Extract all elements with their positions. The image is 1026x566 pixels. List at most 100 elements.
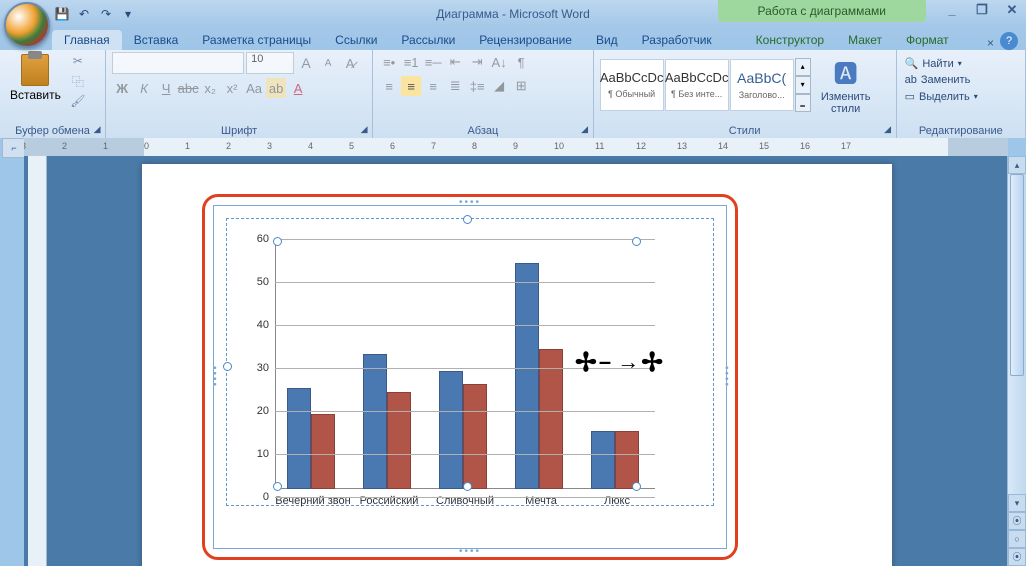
paste-button[interactable]: Вставить [6,52,65,110]
next-page-button[interactable]: ⦿ [1008,548,1026,566]
minimize-button[interactable]: _ [942,2,962,18]
undo-icon[interactable]: ↶ [74,4,94,24]
tab-mailings[interactable]: Рассылки [389,30,467,50]
maximize-button[interactable]: ❐ [972,2,992,18]
bar-series1[interactable] [515,263,539,489]
tab-chart-format[interactable]: Формат [894,30,961,50]
strike-button[interactable]: abc [178,78,198,98]
bullets-button[interactable]: ≡• [379,52,399,72]
format-painter-icon[interactable]: 🖌 [69,92,87,110]
superscript-button[interactable]: x² [222,78,242,98]
bar-series1[interactable] [439,371,463,489]
clear-format-button[interactable]: A̷ [340,53,360,73]
plot-handle[interactable] [223,362,232,371]
vertical-scrollbar[interactable]: ▴ ▾ ⦿ ○ ⦿ [1007,156,1026,566]
doc-close-button[interactable]: × [987,36,994,50]
align-right-button[interactable]: ≡ [423,76,443,96]
bar-series1[interactable] [591,431,615,489]
font-name-selector[interactable] [112,52,244,74]
tab-review[interactable]: Рецензирование [467,30,584,50]
multilevel-button[interactable]: ≡─ [423,52,443,72]
find-button[interactable]: 🔍Найти▾ [903,56,1019,71]
show-marks-button[interactable]: ¶ [511,52,531,72]
inc-indent-button[interactable]: ⇥ [467,52,487,72]
plot-handle[interactable] [632,237,641,246]
line-spacing-button[interactable]: ‡≡ [467,76,487,96]
group-editing-label: Редактирование [897,125,1025,137]
style-scroll-up[interactable]: ▴ [795,58,811,76]
paragraph-dialog-launcher[interactable]: ◢ [579,124,591,136]
plot-handle[interactable] [463,215,472,224]
replace-button[interactable]: abЗаменить [903,73,1019,87]
scroll-down-button[interactable]: ▾ [1008,494,1026,512]
bar-series1[interactable] [363,354,387,489]
underline-button[interactable]: Ч [156,78,176,98]
numbering-button[interactable]: ≡1 [401,52,421,72]
grow-font-button[interactable]: A [296,53,316,73]
tab-view[interactable]: Вид [584,30,630,50]
font-dialog-launcher[interactable]: ◢ [358,124,370,136]
prev-page-button[interactable]: ⦿ [1008,512,1026,530]
vertical-ruler[interactable] [28,156,47,566]
plot-area-selection[interactable]: Вечерний звонРоссийскийСливочныйМечтаЛюк… [226,218,714,506]
group-font: 10 A A A̷ Ж К Ч abc x₂ x² Aa ab A Шрифт … [106,50,373,138]
bold-button[interactable]: Ж [112,78,132,98]
align-center-button[interactable]: ≡ [401,76,421,96]
clipboard-dialog-launcher[interactable]: ◢ [91,124,103,136]
horizontal-ruler[interactable]: 32101234567891011121314151617 [24,138,1008,157]
tab-developer[interactable]: Разработчик [630,30,724,50]
styles-dialog-launcher[interactable]: ◢ [882,124,894,136]
sort-button[interactable]: A↓ [489,52,509,72]
align-left-button[interactable]: ≡ [379,76,399,96]
bar-series2[interactable] [539,349,563,489]
subscript-button[interactable]: x₂ [200,78,220,98]
chart-object-selection[interactable]: •••• •••• •••• •••• Вечерний звонРоссийс… [213,205,727,549]
tab-chart-layout[interactable]: Макет [836,30,894,50]
style-no-spacing[interactable]: AaBbCcDc¶ Без инте... [665,59,729,111]
plot-handle[interactable] [273,237,282,246]
shrink-font-button[interactable]: A [318,53,338,73]
style-heading[interactable]: AaBbC(Заголово... [730,59,794,111]
help-button[interactable]: ? [1000,32,1018,50]
change-styles-button[interactable]: 🅰 Изменить стили [812,52,880,117]
plot-handle[interactable] [632,482,641,491]
tab-chart-design[interactable]: Конструктор [744,30,836,50]
copy-icon[interactable]: ⿻ [69,72,87,90]
select-button[interactable]: ▭Выделить▾ [903,89,1019,104]
plot-handle[interactable] [463,482,472,491]
save-icon[interactable]: 💾 [52,4,72,24]
bar-series1[interactable] [287,388,311,489]
browse-object-button[interactable]: ○ [1008,530,1026,548]
bar-series2[interactable] [311,414,335,489]
shading-button[interactable]: ◢ [489,76,509,96]
office-button[interactable] [4,2,50,48]
redo-icon[interactable]: ↷ [96,4,116,24]
plot-handle[interactable] [273,482,282,491]
style-scroll-down[interactable]: ▾ [795,76,811,94]
tab-home[interactable]: Главная [52,30,122,50]
justify-button[interactable]: ≣ [445,76,465,96]
ribbon-tabs: Главная Вставка Разметка страницы Ссылки… [0,28,1026,50]
italic-button[interactable]: К [134,78,154,98]
ruler-corner[interactable]: ⌐ [2,138,26,158]
scroll-thumb[interactable] [1010,174,1024,376]
tab-references[interactable]: Ссылки [323,30,389,50]
bar-series2[interactable] [463,384,487,489]
close-button[interactable]: ✕ [1002,2,1022,18]
font-size-selector[interactable]: 10 [246,52,294,74]
cut-icon[interactable]: ✂ [69,52,87,70]
change-case-button[interactable]: Aa [244,78,264,98]
scroll-up-button[interactable]: ▴ [1008,156,1026,174]
bar-series2[interactable] [615,431,639,489]
bar-series2[interactable] [387,392,411,489]
tab-page-layout[interactable]: Разметка страницы [190,30,323,50]
borders-button[interactable]: ⊞ [511,76,531,96]
font-color-button[interactable]: A [288,78,308,98]
group-styles-label: Стили [594,125,896,137]
dec-indent-button[interactable]: ⇤ [445,52,465,72]
style-expand[interactable]: ‗ [795,94,811,112]
tab-insert[interactable]: Вставка [122,30,191,50]
highlight-button[interactable]: ab [266,78,286,98]
style-normal[interactable]: AaBbCcDc¶ Обычный [600,59,664,111]
qat-more-icon[interactable]: ▾ [118,4,138,24]
